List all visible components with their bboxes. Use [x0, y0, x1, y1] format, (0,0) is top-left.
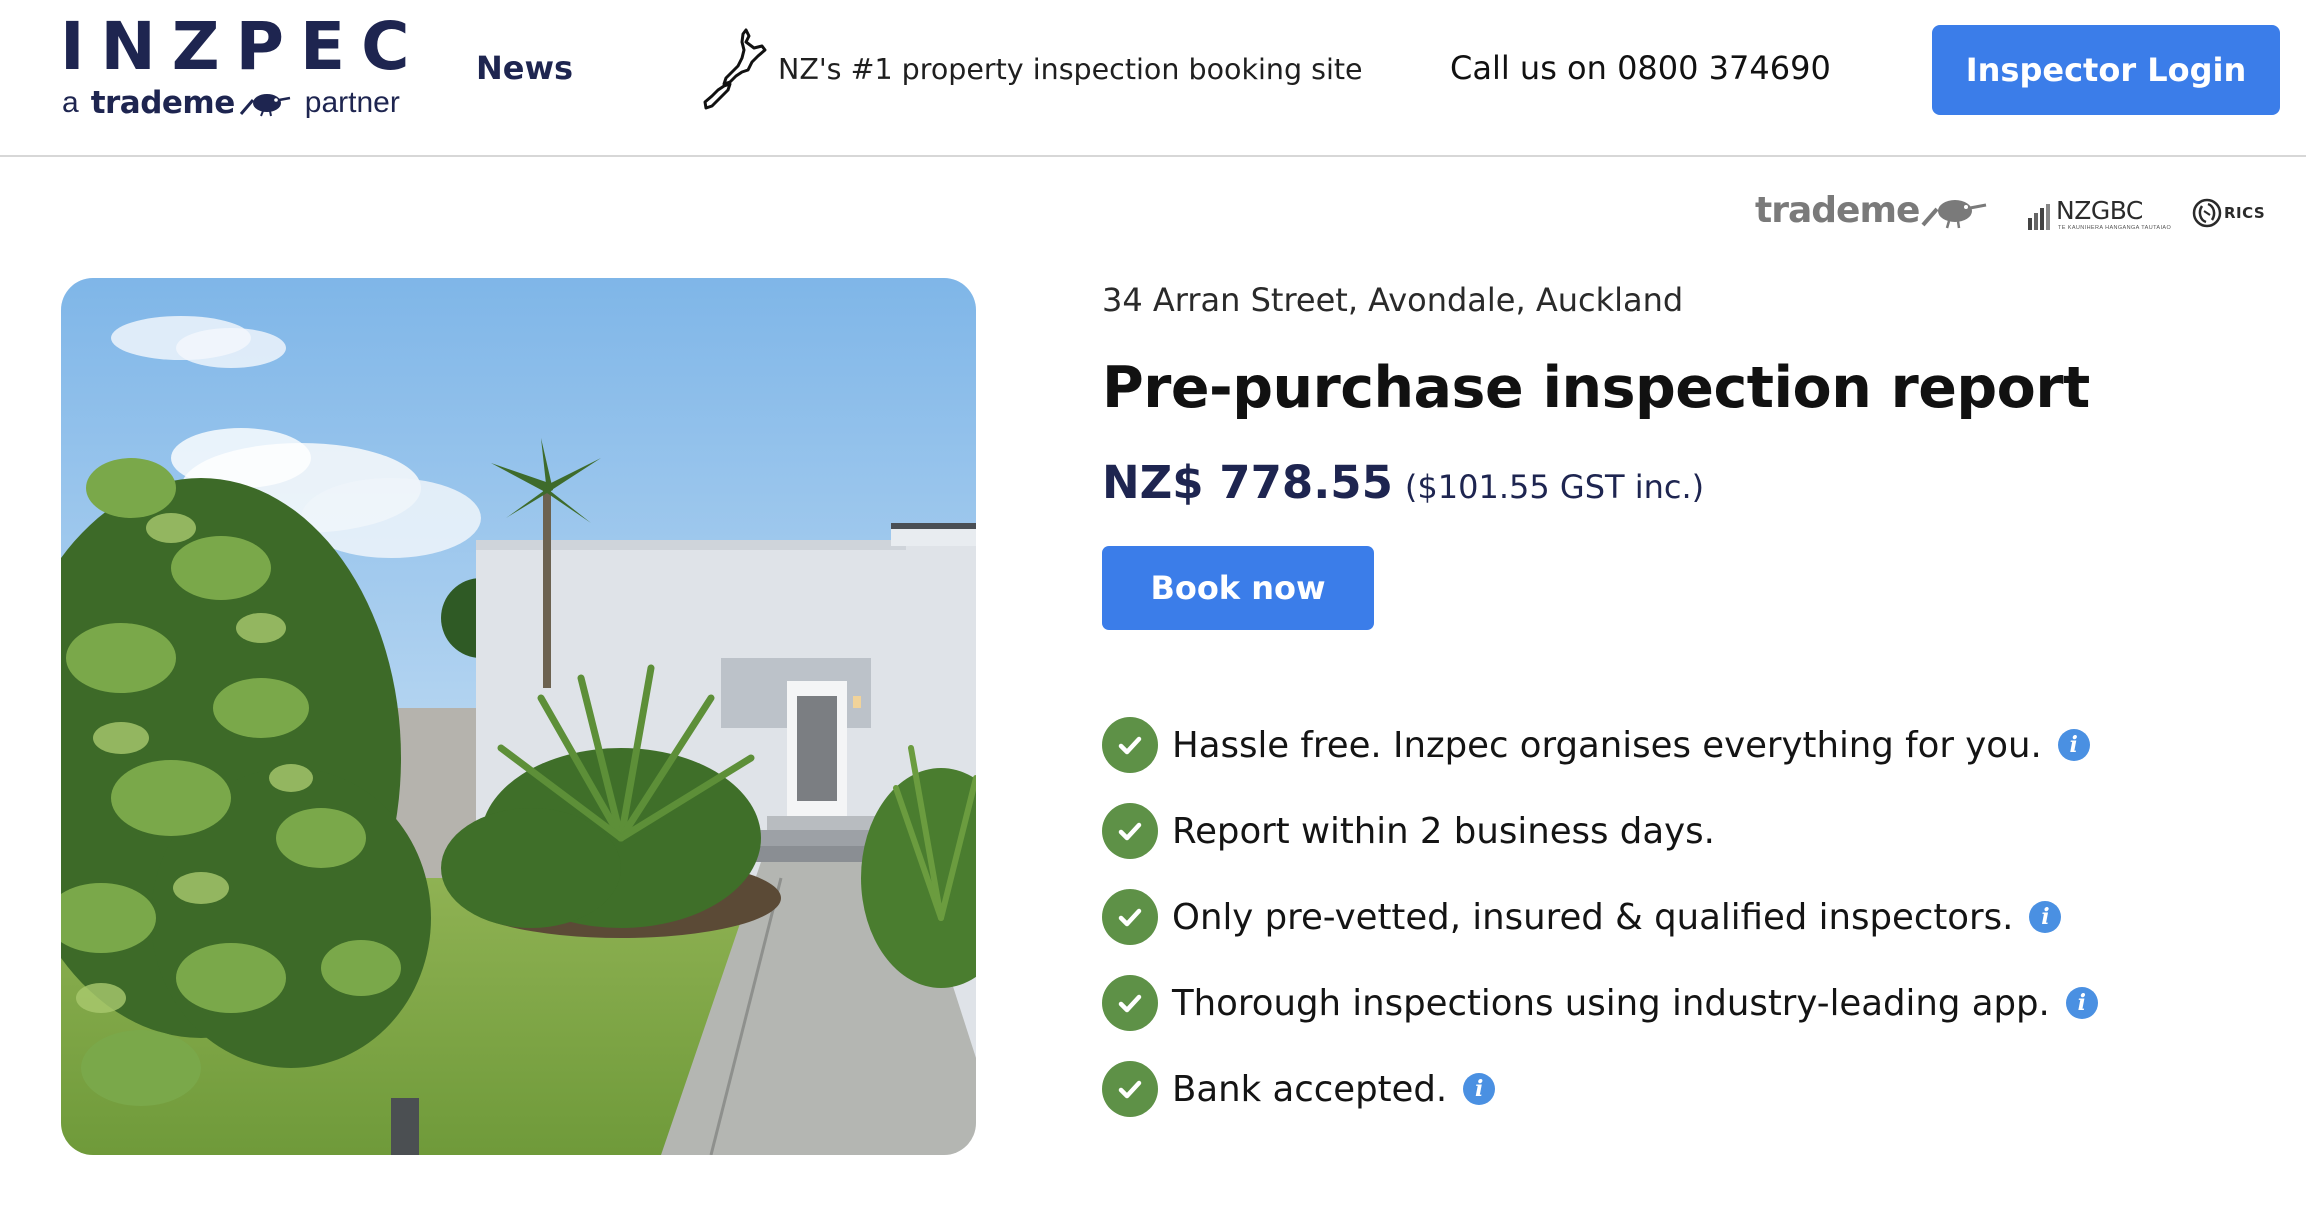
property-photo — [61, 278, 976, 1155]
nav-news-link[interactable]: News — [476, 48, 573, 88]
property-address: 34 Arran Street, Avondale, Auckland — [1102, 281, 1684, 319]
rics-logo-text: RICS — [2224, 204, 2266, 222]
inspector-login-button[interactable]: Inspector Login — [1932, 25, 2280, 115]
feature-text: Hassle free. Inzpec organises everything… — [1172, 724, 2042, 766]
feature-text: Report within 2 business days. — [1172, 810, 1715, 852]
price-row: NZ$ 778.55 ($101.55 GST inc.) — [1102, 456, 1704, 509]
check-circle-icon — [1102, 975, 1158, 1031]
trademe-logo-text: trademe — [1755, 190, 1920, 231]
feature-item: Hassle free. Inzpec organises everything… — [1102, 702, 2098, 788]
rics-emblem-icon — [2192, 198, 2222, 228]
trademe-wordmark: trademe — [90, 85, 236, 121]
inzpec-logo[interactable]: INZPEC a trademe partner — [60, 14, 410, 124]
rics-logo: RICS — [2192, 198, 2265, 228]
nzgbc-logo: NZGBC TE KAUNIHERA HANGANGA TAUTAIAO — [2028, 194, 2171, 234]
site-header: INZPEC a trademe partner News NZ's #1 pr… — [0, 0, 2306, 157]
feature-item: Only pre-vetted, insured & qualified ins… — [1102, 874, 2098, 960]
gst-note: ($101.55 GST inc.) — [1404, 468, 1705, 506]
check-circle-icon — [1102, 1061, 1158, 1117]
info-icon[interactable]: i — [2057, 729, 2090, 761]
partner-logos: trademe NZGBC TE KAUNIHERA HANGANGA TAUT… — [1750, 188, 2290, 238]
feature-text: Bank accepted. — [1172, 1068, 1448, 1110]
tagline: NZ's #1 property inspection booking site — [702, 26, 1363, 112]
trademe-partner-logo: trademe — [1755, 190, 1987, 231]
check-circle-icon — [1102, 717, 1158, 773]
tagline-text: NZ's #1 property inspection booking site — [778, 52, 1363, 86]
page-title: Pre-purchase inspection report — [1102, 355, 2090, 421]
feature-text: Only pre-vetted, insured & qualified ins… — [1172, 896, 2014, 938]
nzgbc-mark-icon — [2028, 204, 2050, 230]
partner-tagline: a trademe partner — [62, 86, 400, 120]
info-icon[interactable]: i — [2029, 901, 2062, 933]
partner-suffix: partner — [304, 86, 400, 119]
logo-wordmark: INZPEC — [60, 8, 426, 85]
feature-item: Report within 2 business days. — [1102, 788, 2098, 874]
feature-list: Hassle free. Inzpec organises everything… — [1102, 702, 2098, 1132]
feature-item: Bank accepted. i — [1102, 1046, 2098, 1132]
kiwi-bird-icon — [239, 94, 290, 117]
feature-text: Thorough inspections using industry-lead… — [1172, 982, 2050, 1024]
house-photo-illustration — [61, 278, 976, 1155]
check-circle-icon — [1102, 803, 1158, 859]
partner-prefix: a — [62, 86, 79, 119]
phone-number[interactable]: Call us on 0800 374690 — [1450, 48, 1831, 88]
feature-item: Thorough inspections using industry-lead… — [1102, 960, 2098, 1046]
price: NZ$ 778.55 — [1102, 456, 1393, 509]
info-icon[interactable]: i — [2065, 987, 2098, 1019]
kiwi-bird-icon — [1921, 199, 1987, 228]
info-icon[interactable]: i — [1463, 1073, 1496, 1105]
nzgbc-subtitle: TE KAUNIHERA HANGANGA TAUTAIAO — [2058, 225, 2172, 231]
book-now-button[interactable]: Book now — [1102, 546, 1374, 630]
nzgbc-logo-text: NZGBC — [2056, 196, 2143, 225]
nz-map-icon — [703, 28, 767, 110]
check-circle-icon — [1102, 889, 1158, 945]
